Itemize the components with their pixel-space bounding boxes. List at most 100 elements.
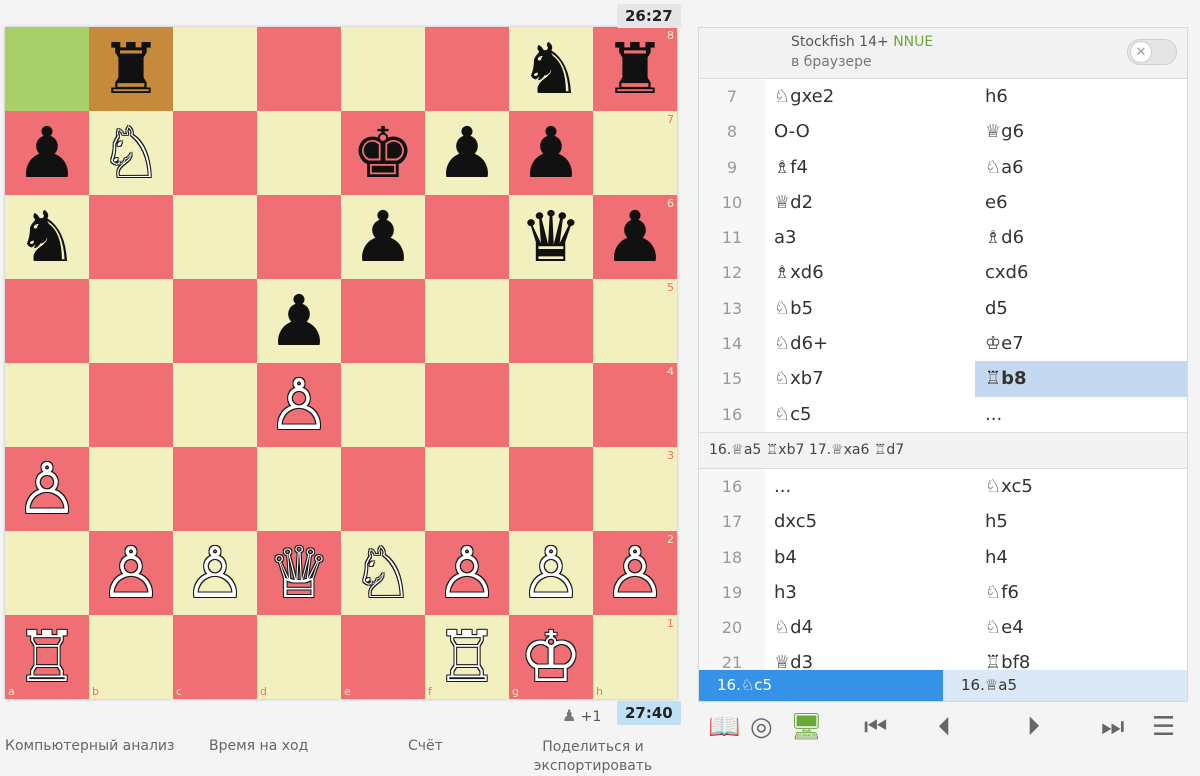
white-move[interactable]: h3 — [774, 575, 974, 610]
white-move[interactable]: ♘gxe2 — [774, 79, 974, 114]
square-g2[interactable]: ♙ — [509, 531, 593, 615]
black-move[interactable]: ♕g6 — [975, 114, 1187, 149]
white-piece-a3[interactable]: ♙ — [5, 447, 89, 531]
engine-toggle[interactable]: ✕ — [1127, 39, 1177, 65]
square-f1[interactable]: ♖ f — [425, 615, 509, 699]
black-move[interactable]: h5 — [975, 504, 1187, 539]
black-piece-a7[interactable]: ♟ — [5, 111, 89, 195]
square-g7[interactable]: ♟ — [509, 111, 593, 195]
practice-target-icon[interactable]: ◎ — [750, 712, 773, 742]
square-h1[interactable]: 1h — [593, 615, 677, 699]
square-c2[interactable]: ♙ — [173, 531, 257, 615]
square-f2[interactable]: ♙ — [425, 531, 509, 615]
black-piece-f7[interactable]: ♟ — [425, 111, 509, 195]
square-e2[interactable]: ♘ — [341, 531, 425, 615]
square-d5[interactable]: ♟ — [257, 279, 341, 363]
square-e1[interactable]: e — [341, 615, 425, 699]
black-piece-d5[interactable]: ♟ — [257, 279, 341, 363]
menu-icon[interactable]: ☰ — [1152, 712, 1175, 742]
last-move-button[interactable]: ⏭ — [1101, 712, 1124, 742]
square-e5[interactable] — [341, 279, 425, 363]
white-piece-b2[interactable]: ♙ — [89, 531, 173, 615]
crumb-variation[interactable]: 16.♕a5 — [943, 670, 1187, 701]
white-move[interactable]: b4 — [774, 540, 974, 575]
square-f8[interactable] — [425, 27, 509, 111]
square-f6[interactable] — [425, 195, 509, 279]
square-a7[interactable]: ♟ — [5, 111, 89, 195]
black-move[interactable]: ♗d6 — [975, 220, 1187, 255]
black-move[interactable]: h6 — [975, 79, 1187, 114]
black-move[interactable]: cxd6 — [975, 255, 1187, 290]
square-c1[interactable]: c — [173, 615, 257, 699]
white-piece-g2[interactable]: ♙ — [509, 531, 593, 615]
square-g8[interactable]: ♞ — [509, 27, 593, 111]
black-move[interactable]: ♘a6 — [975, 150, 1187, 185]
square-b3[interactable] — [89, 447, 173, 531]
square-b8[interactable]: ♜ — [89, 27, 173, 111]
white-piece-f2[interactable]: ♙ — [425, 531, 509, 615]
square-a4[interactable] — [5, 363, 89, 447]
white-move[interactable]: ♗xd6 — [774, 255, 974, 290]
square-a3[interactable]: ♙ — [5, 447, 89, 531]
white-move[interactable]: ♗f4 — [774, 150, 974, 185]
black-move[interactable]: ♘e4 — [975, 610, 1187, 645]
white-piece-e2[interactable]: ♘ — [341, 531, 425, 615]
white-move[interactable]: ♘b5 — [774, 291, 974, 326]
variation-line[interactable]: 16.♕a5 ♖xb7 17.♕xa6 ♖d7 — [699, 431, 1187, 469]
square-h2[interactable]: ♙ 2 — [593, 531, 677, 615]
white-piece-g1[interactable]: ♔ — [509, 615, 593, 699]
current-black-move[interactable]: ♖b8 — [975, 361, 1187, 397]
square-e8[interactable] — [341, 27, 425, 111]
black-move[interactable]: e6 — [975, 185, 1187, 220]
square-c6[interactable] — [173, 195, 257, 279]
black-move[interactable]: d5 — [975, 291, 1187, 326]
square-f5[interactable] — [425, 279, 509, 363]
white-piece-a1[interactable]: ♖ — [5, 615, 89, 699]
square-h5[interactable]: 5 — [593, 279, 677, 363]
square-d3[interactable] — [257, 447, 341, 531]
score-tab[interactable]: Счёт — [408, 738, 443, 754]
square-d2[interactable]: ♕ — [257, 531, 341, 615]
black-piece-g7[interactable]: ♟ — [509, 111, 593, 195]
black-piece-e6[interactable]: ♟ — [341, 195, 425, 279]
square-a8[interactable] — [5, 27, 89, 111]
square-g3[interactable] — [509, 447, 593, 531]
white-move[interactable]: dxc5 — [774, 504, 974, 539]
black-piece-e7[interactable]: ♚ — [341, 111, 425, 195]
square-a1[interactable]: ♖ a — [5, 615, 89, 699]
square-g1[interactable]: ♔ g — [509, 615, 593, 699]
white-move[interactable]: a3 — [774, 220, 974, 255]
square-c8[interactable] — [173, 27, 257, 111]
black-piece-g8[interactable]: ♞ — [509, 27, 593, 111]
black-piece-h6[interactable]: ♟ — [593, 195, 677, 279]
white-move[interactable]: ♕d2 — [774, 185, 974, 220]
square-b2[interactable]: ♙ — [89, 531, 173, 615]
white-piece-d2[interactable]: ♕ — [257, 531, 341, 615]
computer-monitor-icon[interactable]: 🖥 — [790, 712, 823, 742]
square-h8[interactable]: ♜ 8 — [593, 27, 677, 111]
square-g5[interactable] — [509, 279, 593, 363]
square-d4[interactable]: ♙ — [257, 363, 341, 447]
square-e3[interactable] — [341, 447, 425, 531]
previous-move-button[interactable]: ⏴ — [938, 712, 951, 742]
white-piece-b7[interactable]: ♘ — [89, 111, 173, 195]
square-e6[interactable]: ♟ — [341, 195, 425, 279]
crumb-main-line[interactable]: 16.♘c5 — [699, 670, 943, 701]
square-b5[interactable] — [89, 279, 173, 363]
square-h6[interactable]: ♟ 6 — [593, 195, 677, 279]
square-d6[interactable] — [257, 195, 341, 279]
next-move-button[interactable]: ⏵ — [1027, 712, 1040, 742]
black-piece-g6[interactable]: ♛ — [509, 195, 593, 279]
white-piece-h2[interactable]: ♙ — [593, 531, 677, 615]
square-f3[interactable] — [425, 447, 509, 531]
square-c4[interactable] — [173, 363, 257, 447]
black-move[interactable]: ... — [975, 397, 1187, 432]
square-d1[interactable]: d — [257, 615, 341, 699]
square-c7[interactable] — [173, 111, 257, 195]
square-a5[interactable] — [5, 279, 89, 363]
square-d7[interactable] — [257, 111, 341, 195]
white-move[interactable]: ♘xb7 — [774, 361, 974, 396]
black-move[interactable]: ♘f6 — [975, 575, 1187, 610]
share-export-tab[interactable]: Поделиться и экспортировать — [528, 738, 658, 776]
first-move-button[interactable]: ⏮ — [864, 712, 887, 742]
